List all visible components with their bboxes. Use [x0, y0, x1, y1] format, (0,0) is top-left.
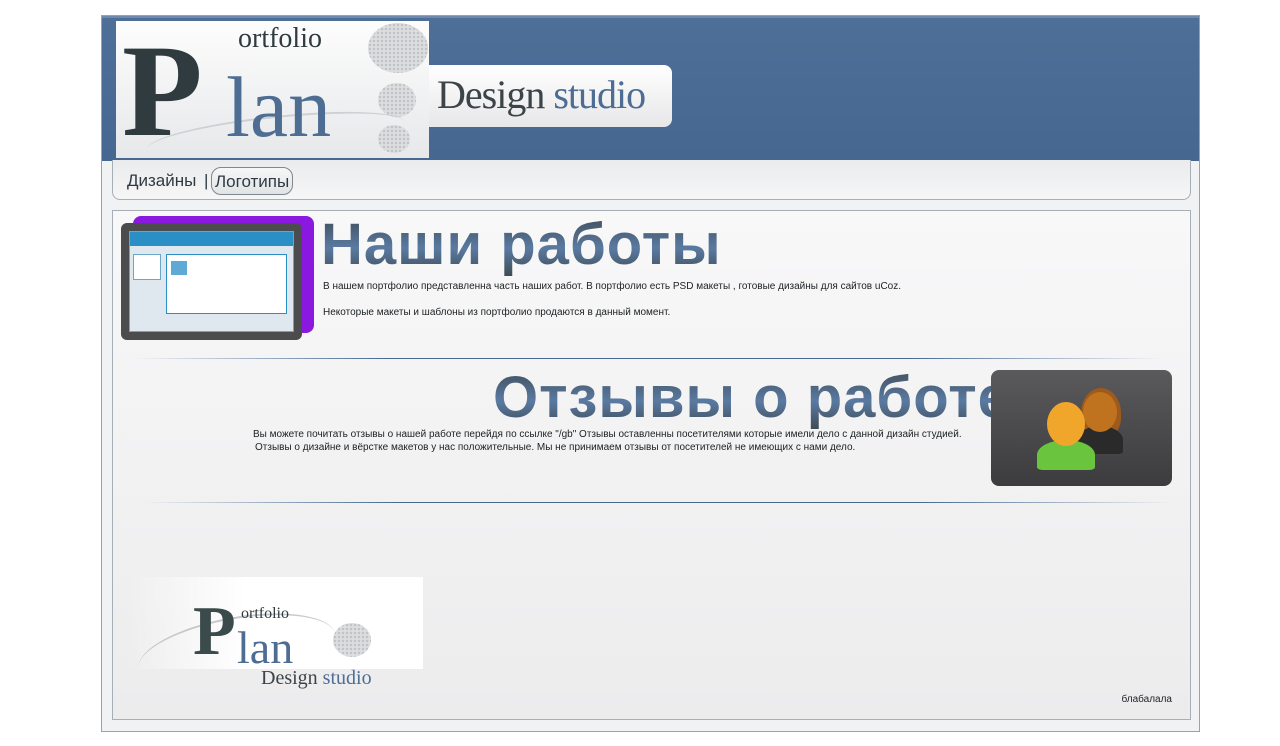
- logo-dots-decoration: [378, 83, 416, 117]
- site-container: P ortfolio lan Design studio Дизайны | Л…: [101, 15, 1200, 732]
- works-paragraph-2: Некоторые макеты и шаблоны из портфолио …: [323, 307, 671, 318]
- logo-dots-decoration: [368, 23, 428, 73]
- nav-bar: Дизайны | Логотипы: [112, 160, 1191, 200]
- footer-text: блабалала: [1121, 694, 1172, 705]
- portfolio-thumbnail[interactable]: [121, 216, 314, 340]
- reviews-paragraph-2: Отзывы о дизайне и вёрстке макетов у нас…: [255, 442, 856, 453]
- footer-logo-dots: [333, 623, 371, 657]
- header: P ortfolio lan Design studio: [102, 16, 1199, 161]
- reviews-title: Отзывы о работе: [493, 365, 1011, 430]
- design-studio-tagline: Design studio: [429, 65, 672, 127]
- logo-lan: lan: [226, 59, 332, 155]
- site-logo[interactable]: P ortfolio lan: [116, 21, 429, 158]
- tagline-design: Design: [437, 72, 545, 117]
- footer-logo-letter-p: P: [193, 593, 236, 670]
- thumbnail-screen: [129, 231, 294, 332]
- logo-ortfolio: ortfolio: [238, 23, 322, 54]
- footer-logo-studio: studio: [322, 667, 372, 689]
- nav-item-logos[interactable]: Логотипы: [211, 167, 294, 195]
- section-divider: [143, 502, 1173, 503]
- users-icon[interactable]: [991, 370, 1172, 486]
- works-title: Наши работы: [321, 212, 722, 277]
- main-content: Наши работы В нашем портфолио представле…: [112, 210, 1191, 720]
- thumbnail-frame: [121, 223, 302, 340]
- section-divider: [133, 358, 1163, 359]
- footer-logo-lan: lan: [237, 622, 294, 673]
- footer-logo: P ortfolio lan Design studio: [127, 577, 423, 711]
- works-paragraph-1: В нашем портфолио представленна часть на…: [323, 281, 902, 292]
- logo-letter-p: P: [122, 21, 203, 158]
- footer-logo-design: Design: [261, 667, 318, 689]
- tagline-studio: studio: [553, 72, 646, 117]
- reviews-paragraph-1: Вы можете почитать отзывы о нашей работе…: [253, 429, 962, 440]
- footer-logo-ortfolio: ortfolio: [241, 605, 289, 622]
- nav-separator: |: [204, 171, 209, 190]
- nav-item-designs[interactable]: Дизайны: [127, 167, 196, 195]
